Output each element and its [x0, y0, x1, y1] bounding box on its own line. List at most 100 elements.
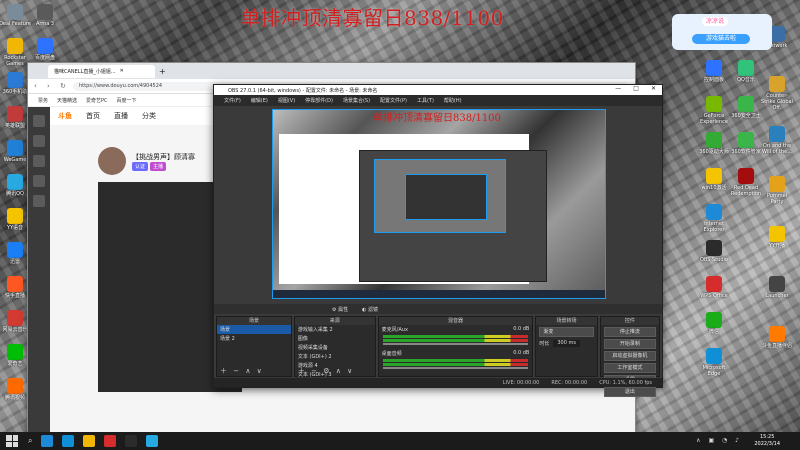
preview-overlay-title: 单排冲顶清寡留日838/1100 — [373, 113, 501, 124]
nav-category[interactable]: 分类 — [142, 111, 156, 121]
scene-item[interactable]: 场景 2 — [217, 334, 291, 343]
avatar[interactable] — [98, 147, 126, 175]
tab-title: 猫咪CANELL直播_小姐姐... — [54, 68, 116, 75]
menu-item[interactable]: 配置文件(P) — [380, 97, 407, 104]
volume-slider[interactable] — [382, 367, 529, 369]
exit-button[interactable]: 退出 — [603, 387, 656, 397]
siderail-item[interactable] — [33, 195, 45, 207]
desktop-icon[interactable]: Pummel Party — [760, 176, 794, 206]
filters-button[interactable]: ◐ 滤镜 — [362, 306, 378, 313]
source-item[interactable]: 视频采集设备 — [295, 343, 375, 352]
scene-item[interactable]: 场景 — [217, 325, 291, 334]
desktop-icon-label: 360软件管家 — [731, 149, 761, 155]
desktop-icon[interactable]: 控制面板 — [697, 60, 731, 84]
taskbar-app-icon[interactable] — [104, 435, 117, 447]
system-tray[interactable]: ∧ ▣ ◔ ♪ — [696, 437, 742, 444]
new-tab-icon[interactable]: + — [159, 67, 166, 76]
minimize-icon[interactable]: — — [615, 85, 621, 92]
sources-controls[interactable]: ＋ − ⚙ ∧ ∨ — [295, 367, 375, 376]
desktop-icon-label: win10激活 — [701, 185, 727, 191]
source-item[interactable]: 图像 — [295, 334, 375, 343]
app-icon — [738, 132, 754, 148]
menu-item[interactable]: 编辑(E) — [251, 97, 268, 104]
taskbar-app-icon[interactable] — [41, 435, 54, 447]
dock-title: 场景 — [217, 317, 291, 325]
desktop-icon[interactable]: 360驱动大师 — [697, 132, 731, 156]
properties-button[interactable]: ⚙ 属性 — [332, 306, 348, 313]
siderail-item[interactable] — [33, 135, 45, 147]
refresh-icon[interactable]: ↻ — [60, 82, 67, 90]
close-icon[interactable]: ✕ — [651, 85, 656, 92]
site-logo[interactable]: 斗鱼 — [58, 111, 72, 121]
desktop-icon[interactable]: Ori and the Will of the... — [760, 126, 794, 156]
start-virtual-camera-button[interactable]: 启动虚拟摄像机 — [603, 351, 656, 361]
desktop-icon[interactable]: 360安全卫士 — [729, 96, 763, 120]
volume-slider[interactable] — [382, 343, 529, 345]
nav-home[interactable]: 首页 — [86, 111, 100, 121]
app-icon — [7, 72, 23, 88]
bookmark-item[interactable]: 爱奇艺PC — [86, 97, 108, 104]
desktop-icon[interactable]: WPS Office — [697, 276, 731, 300]
desktop-icon[interactable]: GeForce Experience — [697, 96, 731, 126]
desktop-icon[interactable]: 斗鱼直播伴侣 — [760, 326, 794, 350]
nav-live[interactable]: 直播 — [114, 111, 128, 121]
stop-streaming-button[interactable]: 停止推流 — [603, 327, 656, 337]
transition-select[interactable]: 渐变 — [539, 327, 594, 337]
bookmark-item[interactable]: 百度一下 — [117, 97, 137, 104]
siderail-item[interactable] — [33, 115, 45, 127]
forward-icon[interactable]: › — [47, 82, 54, 90]
taskbar-app-icon[interactable] — [62, 435, 75, 447]
duration-row: 时长 300 ms — [536, 339, 596, 348]
siderail-item[interactable] — [33, 155, 45, 167]
volume-meter — [382, 339, 529, 342]
menu-item[interactable]: 视图(V) — [278, 97, 295, 104]
duration-input[interactable]: 300 ms — [553, 340, 580, 347]
app-icon — [7, 174, 23, 190]
start-recording-button[interactable]: 开始录制 — [603, 339, 656, 349]
filters-label: 滤镜 — [368, 306, 379, 313]
menu-item[interactable]: 场景集合(S) — [343, 97, 370, 104]
bookmark-item[interactable]: 票务 — [38, 97, 48, 104]
desktop-icon[interactable]: Red Dead Redemption — [729, 168, 763, 198]
app-icon — [7, 344, 23, 360]
maximize-icon[interactable]: □ — [633, 85, 639, 92]
taskbar-app-icon[interactable] — [125, 435, 138, 447]
app-icon — [706, 276, 722, 292]
desktop-icon[interactable]: Launcher — [760, 276, 794, 300]
scenes-controls[interactable]: ＋ − ∧ ∨ — [217, 367, 291, 376]
app-icon — [706, 312, 722, 328]
desktop-icon[interactable]: QQ音乐 — [729, 60, 763, 84]
desktop-icon[interactable]: OBS Studio — [697, 240, 731, 264]
desktop-icon[interactable]: YY开播 — [760, 226, 794, 250]
dock-title: 混音器 — [378, 317, 533, 325]
source-item[interactable]: 游戏输入采集 2 — [295, 325, 375, 334]
back-icon[interactable]: ‹ — [34, 82, 41, 90]
desktop-icon[interactable]: 360软件管家 — [729, 132, 763, 156]
menu-item[interactable]: 文件(F) — [224, 97, 241, 104]
obs-statusbar: LIVE: 00:00:00 REC: 00:00:00 CPU: 1.1%, … — [214, 378, 662, 387]
taskbar-app-icon[interactable] — [83, 435, 96, 447]
taskbar-app-icon[interactable] — [146, 435, 159, 447]
channel-name: 桌面音频 — [381, 351, 402, 357]
desktop-icon[interactable]: win10激活 — [697, 168, 731, 192]
siderail-item[interactable] — [33, 175, 45, 187]
bookmark-item[interactable]: 天猫精选 — [57, 97, 77, 104]
close-icon[interactable]: ✕ — [120, 68, 124, 74]
desktop-icon[interactable]: 百度网盘 — [28, 38, 62, 62]
desktop-icon[interactable]: Internet Explorer — [697, 204, 731, 234]
menu-item[interactable]: 停靠部件(D) — [305, 97, 333, 104]
obs-preview[interactable]: 单排冲顶清寡留日838/1100 — [272, 109, 606, 299]
mixer-channel: 桌面音频 0.0 dB — [379, 349, 533, 358]
menu-item[interactable]: 工具(T) — [417, 97, 434, 104]
source-item[interactable]: 文本 (GDI+) 2 — [295, 352, 375, 361]
desktop-icon[interactable]: 微信 — [697, 312, 731, 336]
clock-date: 2022/3/14 — [754, 441, 780, 447]
desktop-icon[interactable]: Counter-Strike Global Off. — [760, 76, 794, 111]
desktop-icon[interactable]: Microsoft Edge — [697, 348, 731, 378]
taskbar-clock[interactable]: 15:25 2022/3/14 — [754, 434, 780, 448]
desktop-icon[interactable]: Arma 3 — [28, 4, 62, 28]
menu-item[interactable]: 帮助(H) — [444, 97, 462, 104]
start-button[interactable] — [6, 435, 18, 447]
studio-mode-button[interactable]: 工作室模式 — [603, 363, 656, 373]
browser-tab[interactable]: 猫咪CANELL直播_小姐姐... ✕ — [48, 64, 155, 78]
